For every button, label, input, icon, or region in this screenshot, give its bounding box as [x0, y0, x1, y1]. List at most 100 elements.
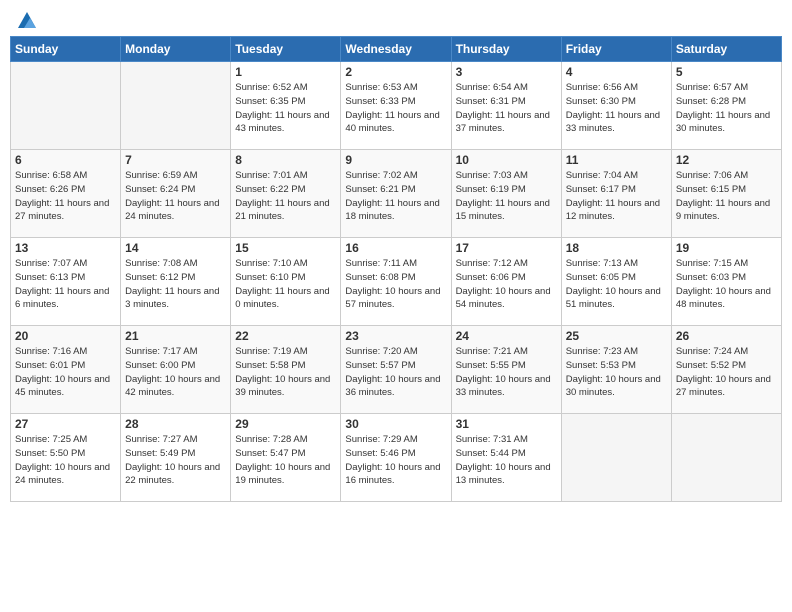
- calendar-cell: 31 Sunrise: 7:31 AM Sunset: 5:44 PM Dayli…: [451, 414, 561, 502]
- calendar-week-row: 27Sunrise: 7:25 AM Sunset: 5:50 PM Dayli…: [11, 414, 782, 502]
- day-info: Sunrise: 7:06 AM Sunset: 6:15 PM Dayligh…: [676, 169, 777, 224]
- day-number: 19: [676, 241, 777, 255]
- calendar-cell: 13 Sunrise: 7:07 AM Sunset: 6:13 PM Dayli…: [11, 238, 121, 326]
- calendar-cell: 20 Sunrise: 7:16 AM Sunset: 6:01 PM Dayli…: [11, 326, 121, 414]
- day-number: 10: [456, 153, 557, 167]
- day-number: 5: [676, 65, 777, 79]
- day-number: 4: [566, 65, 667, 79]
- day-number: 31: [456, 417, 557, 431]
- calendar-cell: 4 Sunrise: 6:56 AM Sunset: 6:30 PM Daylig…: [561, 62, 671, 150]
- day-info: Sunrise: 6:56 AM Sunset: 6:30 PM Dayligh…: [566, 81, 667, 136]
- day-info: Sunrise: 7:11 AM Sunset: 6:08 PM Dayligh…: [345, 257, 446, 312]
- day-info: Sunrise: 7:13 AM Sunset: 6:05 PM Dayligh…: [566, 257, 667, 312]
- calendar-cell: 29 Sunrise: 7:28 AM Sunset: 5:47 PM Dayli…: [231, 414, 341, 502]
- calendar-cell: 26 Sunrise: 7:24 AM Sunset: 5:52 PM Dayli…: [671, 326, 781, 414]
- calendar-week-row: 6 Sunrise: 6:58 AM Sunset: 6:26 PM Daylig…: [11, 150, 782, 238]
- page-header: [10, 10, 782, 28]
- calendar-cell: 11Sunrise: 7:04 AM Sunset: 6:17 PM Dayli…: [561, 150, 671, 238]
- calendar-cell: 25 Sunrise: 7:23 AM Sunset: 5:53 PM Dayli…: [561, 326, 671, 414]
- day-number: 16: [345, 241, 446, 255]
- day-number: 23: [345, 329, 446, 343]
- day-number: 3: [456, 65, 557, 79]
- weekday-header: Friday: [561, 37, 671, 62]
- calendar-cell: 2Sunrise: 6:53 AM Sunset: 6:33 PM Daylig…: [341, 62, 451, 150]
- day-info: Sunrise: 7:24 AM Sunset: 5:52 PM Dayligh…: [676, 345, 777, 400]
- calendar-week-row: 1Sunrise: 6:52 AM Sunset: 6:35 PM Daylig…: [11, 62, 782, 150]
- calendar-cell: 5 Sunrise: 6:57 AM Sunset: 6:28 PM Daylig…: [671, 62, 781, 150]
- calendar-cell: [561, 414, 671, 502]
- calendar-cell: 10 Sunrise: 7:03 AM Sunset: 6:19 PM Dayli…: [451, 150, 561, 238]
- weekday-header: Saturday: [671, 37, 781, 62]
- weekday-header: Sunday: [11, 37, 121, 62]
- calendar-cell: 8 Sunrise: 7:01 AM Sunset: 6:22 PM Daylig…: [231, 150, 341, 238]
- day-number: 6: [15, 153, 116, 167]
- day-number: 9: [345, 153, 446, 167]
- calendar-cell: 28 Sunrise: 7:27 AM Sunset: 5:49 PM Dayli…: [121, 414, 231, 502]
- day-info: Sunrise: 7:10 AM Sunset: 6:10 PM Dayligh…: [235, 257, 336, 312]
- day-info: Sunrise: 7:02 AM Sunset: 6:21 PM Dayligh…: [345, 169, 446, 224]
- calendar-cell: 22Sunrise: 7:19 AM Sunset: 5:58 PM Dayli…: [231, 326, 341, 414]
- day-info: Sunrise: 6:54 AM Sunset: 6:31 PM Dayligh…: [456, 81, 557, 136]
- day-number: 14: [125, 241, 226, 255]
- day-info: Sunrise: 7:04 AM Sunset: 6:17 PM Dayligh…: [566, 169, 667, 224]
- logo-icon: [16, 10, 38, 32]
- day-number: 15: [235, 241, 336, 255]
- calendar-cell: 24Sunrise: 7:21 AM Sunset: 5:55 PM Dayli…: [451, 326, 561, 414]
- weekday-header: Thursday: [451, 37, 561, 62]
- calendar-table: SundayMondayTuesdayWednesdayThursdayFrid…: [10, 36, 782, 502]
- day-info: Sunrise: 7:19 AM Sunset: 5:58 PM Dayligh…: [235, 345, 336, 400]
- day-number: 25: [566, 329, 667, 343]
- calendar-cell: 3 Sunrise: 6:54 AM Sunset: 6:31 PM Daylig…: [451, 62, 561, 150]
- calendar-cell: [121, 62, 231, 150]
- calendar-cell: 30 Sunrise: 7:29 AM Sunset: 5:46 PM Dayli…: [341, 414, 451, 502]
- day-number: 2: [345, 65, 446, 79]
- day-info: Sunrise: 7:03 AM Sunset: 6:19 PM Dayligh…: [456, 169, 557, 224]
- day-info: Sunrise: 7:12 AM Sunset: 6:06 PM Dayligh…: [456, 257, 557, 312]
- day-info: Sunrise: 7:17 AM Sunset: 6:00 PM Dayligh…: [125, 345, 226, 400]
- day-number: 7: [125, 153, 226, 167]
- calendar-cell: 21Sunrise: 7:17 AM Sunset: 6:00 PM Dayli…: [121, 326, 231, 414]
- calendar-cell: 14 Sunrise: 7:08 AM Sunset: 6:12 PM Dayli…: [121, 238, 231, 326]
- day-number: 18: [566, 241, 667, 255]
- calendar-cell: 23 Sunrise: 7:20 AM Sunset: 5:57 PM Dayli…: [341, 326, 451, 414]
- calendar-cell: 18 Sunrise: 7:13 AM Sunset: 6:05 PM Dayli…: [561, 238, 671, 326]
- day-info: Sunrise: 7:28 AM Sunset: 5:47 PM Dayligh…: [235, 433, 336, 488]
- calendar-cell: [11, 62, 121, 150]
- day-info: Sunrise: 7:27 AM Sunset: 5:49 PM Dayligh…: [125, 433, 226, 488]
- day-info: Sunrise: 7:01 AM Sunset: 6:22 PM Dayligh…: [235, 169, 336, 224]
- day-number: 26: [676, 329, 777, 343]
- calendar-cell: 17 Sunrise: 7:12 AM Sunset: 6:06 PM Dayli…: [451, 238, 561, 326]
- calendar-cell: [671, 414, 781, 502]
- day-number: 30: [345, 417, 446, 431]
- day-info: Sunrise: 7:31 AM Sunset: 5:44 PM Dayligh…: [456, 433, 557, 488]
- day-info: Sunrise: 7:23 AM Sunset: 5:53 PM Dayligh…: [566, 345, 667, 400]
- day-info: Sunrise: 7:16 AM Sunset: 6:01 PM Dayligh…: [15, 345, 116, 400]
- calendar-cell: 1Sunrise: 6:52 AM Sunset: 6:35 PM Daylig…: [231, 62, 341, 150]
- day-info: Sunrise: 6:58 AM Sunset: 6:26 PM Dayligh…: [15, 169, 116, 224]
- day-number: 27: [15, 417, 116, 431]
- day-number: 17: [456, 241, 557, 255]
- day-number: 12: [676, 153, 777, 167]
- day-number: 20: [15, 329, 116, 343]
- day-info: Sunrise: 6:57 AM Sunset: 6:28 PM Dayligh…: [676, 81, 777, 136]
- day-info: Sunrise: 7:20 AM Sunset: 5:57 PM Dayligh…: [345, 345, 446, 400]
- calendar-cell: 15 Sunrise: 7:10 AM Sunset: 6:10 PM Dayli…: [231, 238, 341, 326]
- calendar-cell: 16 Sunrise: 7:11 AM Sunset: 6:08 PM Dayli…: [341, 238, 451, 326]
- logo: [14, 10, 38, 28]
- day-number: 24: [456, 329, 557, 343]
- day-number: 8: [235, 153, 336, 167]
- day-info: Sunrise: 6:59 AM Sunset: 6:24 PM Dayligh…: [125, 169, 226, 224]
- weekday-header: Monday: [121, 37, 231, 62]
- day-number: 13: [15, 241, 116, 255]
- day-number: 28: [125, 417, 226, 431]
- day-info: Sunrise: 7:08 AM Sunset: 6:12 PM Dayligh…: [125, 257, 226, 312]
- day-info: Sunrise: 7:07 AM Sunset: 6:13 PM Dayligh…: [15, 257, 116, 312]
- day-info: Sunrise: 7:15 AM Sunset: 6:03 PM Dayligh…: [676, 257, 777, 312]
- day-info: Sunrise: 7:29 AM Sunset: 5:46 PM Dayligh…: [345, 433, 446, 488]
- weekday-header-row: SundayMondayTuesdayWednesdayThursdayFrid…: [11, 37, 782, 62]
- calendar-cell: 12 Sunrise: 7:06 AM Sunset: 6:15 PM Dayli…: [671, 150, 781, 238]
- weekday-header: Tuesday: [231, 37, 341, 62]
- calendar-cell: 27Sunrise: 7:25 AM Sunset: 5:50 PM Dayli…: [11, 414, 121, 502]
- calendar-cell: 19 Sunrise: 7:15 AM Sunset: 6:03 PM Dayli…: [671, 238, 781, 326]
- day-number: 29: [235, 417, 336, 431]
